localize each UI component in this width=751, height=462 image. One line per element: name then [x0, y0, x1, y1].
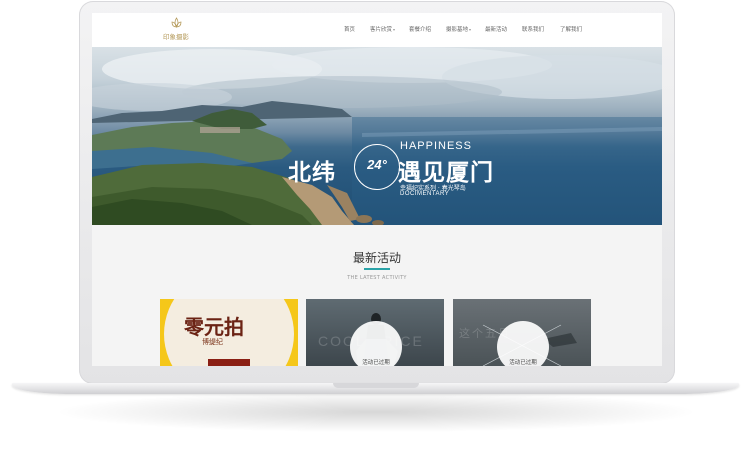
nav-item-contact[interactable]: 联系我们	[522, 25, 544, 33]
activity-card[interactable]: 零元拍 博缇纪	[160, 299, 298, 366]
laptop-shadow	[60, 392, 692, 432]
chevron-down-icon: ▾	[393, 27, 396, 32]
nav-item-label: 客片欣赏	[370, 27, 393, 33]
logo-text: 印象摄影	[163, 33, 189, 41]
hero-banner[interactable]: HAPPINESS 北纬 24° 遇见厦门 幸福纪实系列 · 春光琴岛 DOCI…	[92, 47, 662, 225]
activity-card[interactable]: 这个五月 活动已过期	[453, 299, 591, 366]
nav-item-activities[interactable]: 最新活动	[485, 25, 507, 33]
nav-item-locations[interactable]: 摄影基地▾	[446, 25, 471, 33]
nav-item-about[interactable]: 了解我们	[560, 25, 582, 33]
card-ribbon	[208, 359, 250, 366]
nav-item-label: 首页	[344, 27, 356, 33]
card-title: 零元拍	[184, 315, 244, 339]
landscape-illustration	[92, 47, 662, 225]
nav-item-label: 了解我们	[560, 27, 583, 33]
latitude-badge: 24°	[354, 144, 400, 190]
nav-item-label: 联系我们	[522, 27, 545, 33]
mockup-stage: 印象摄影 首页 客片欣赏▾ 套餐介绍 摄影基地▾ 最新活动 联系我们 了解我们	[0, 0, 751, 462]
activity-card[interactable]: COOL PRICE 活动已过期	[306, 299, 444, 366]
nav-item-packages[interactable]: 套餐介绍	[409, 25, 431, 33]
laptop-notch	[333, 383, 419, 388]
section-subtitle: THE LATEST ACTIVITY	[347, 275, 407, 281]
nav-item-label: 摄影基地	[446, 27, 469, 33]
section-title: 最新活动	[352, 251, 401, 265]
nav-item-gallery[interactable]: 客片欣赏▾	[370, 25, 395, 33]
nav-item-label: 最新活动	[485, 27, 508, 33]
nav-item-home[interactable]: 首页	[344, 25, 355, 33]
nav-item-label: 套餐介绍	[409, 27, 432, 33]
chevron-down-icon: ▾	[469, 27, 472, 32]
banner-title-left: 北纬	[288, 159, 336, 186]
banner-documentary: DOCIMENTARY	[400, 191, 450, 197]
latest-activity-section: 最新活动 THE LATEST ACTIVITY 零元拍 博缇纪 COOL PR…	[92, 225, 662, 366]
card-status: 活动已过期	[362, 360, 390, 366]
card-status: 活动已过期	[509, 360, 537, 366]
browser-screen: 印象摄影 首页 客片欣赏▾ 套餐介绍 摄影基地▾ 最新活动 联系我们 了解我们	[92, 13, 662, 366]
site-logo[interactable]: 印象摄影	[160, 17, 192, 43]
latitude-number: 24°	[367, 157, 387, 172]
banner-title-right: 遇见厦门	[398, 159, 494, 186]
lotus-logo-icon	[171, 17, 182, 28]
card-signature: 博缇纪	[202, 338, 223, 346]
section-title-underline	[364, 268, 390, 270]
top-navigation: 印象摄影 首页 客片欣赏▾ 套餐介绍 摄影基地▾ 最新活动 联系我们 了解我们	[92, 13, 662, 48]
banner-happiness: HAPPINESS	[400, 140, 472, 152]
